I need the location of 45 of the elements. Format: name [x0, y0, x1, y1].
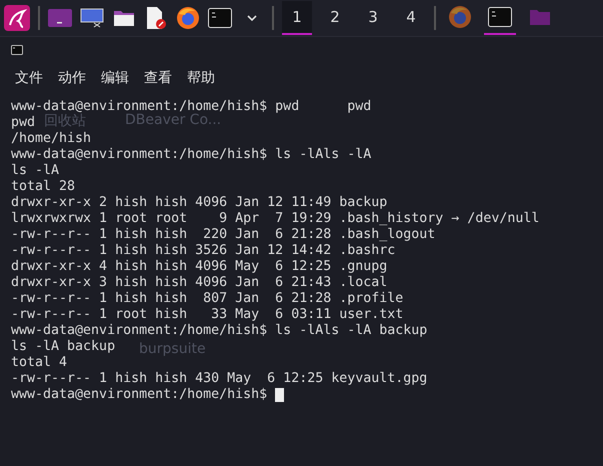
- terminal-line: drwxr-xr-x 2 hish hish 4096 Jan 12 11:49 backup: [11, 195, 388, 211]
- desktop-tab[interactable]: 3: [358, 1, 388, 35]
- fox-globe-icon: [448, 5, 472, 29]
- terminal-line: lrwxrwxrwx 1 root root 9 Apr 7 19:29 .bash_history → /dev/null: [11, 211, 540, 227]
- folder-icon: [529, 8, 551, 26]
- document-icon: [145, 6, 167, 30]
- desktop-tab[interactable]: 1: [282, 1, 312, 35]
- desktop-tab[interactable]: 4: [396, 1, 426, 35]
- terminal-line: ls -lA backup: [11, 339, 116, 355]
- terminal-line: drwxr-xr-x 3 hish hish 4096 Jan 6 21:43 .local: [11, 275, 388, 291]
- menu-item[interactable]: 帮助: [187, 69, 215, 87]
- fox-globe-icon: [176, 6, 200, 30]
- terminal-icon: [488, 7, 512, 27]
- terminal-icon: [208, 8, 232, 28]
- terminal-line: total 28: [11, 179, 76, 195]
- cursor: [275, 388, 284, 402]
- menu-item[interactable]: 编辑: [101, 69, 129, 87]
- menu-item[interactable]: 动作: [58, 69, 86, 87]
- terminal-line: www-data@environment:/home/hish$ pwd pwd: [11, 99, 372, 114]
- desktop-icon-label: burpsuite: [139, 341, 206, 357]
- terminal-line: www-data@environment:/home/hish$ ls -lAls -lA: [11, 147, 372, 163]
- terminal-line: drwxr-xr-x 4 hish hish 4096 May 6 12:25 .gnupg: [11, 259, 388, 275]
- terminal-icon: [11, 45, 23, 55]
- caret-icon: [247, 14, 257, 22]
- terminal-line: www-data@environment:/home/hish$: [11, 387, 268, 403]
- terminal-line: -rw-r--r-- 1 root hish 33 May 6 03:11 user.txt: [11, 307, 404, 323]
- desktop-tab[interactable]: 2: [320, 1, 350, 35]
- dragon-launcher[interactable]: [4, 3, 30, 33]
- menu-item[interactable]: 查看: [144, 69, 172, 87]
- desktop-icon-label: 回收站: [44, 112, 86, 130]
- terminal-line: -rw-r--r-- 1 hish hish 807 Jan 6 21:28 .profile: [11, 291, 404, 307]
- terminal-line: /home/hish: [11, 131, 92, 147]
- terminal-line: total 4: [11, 355, 68, 371]
- terminal-line: -rw-r--r-- 1 hish hish 3526 Jan 12 14:42 .bashrc: [11, 243, 396, 259]
- terminal-line: pwd: [11, 115, 36, 131]
- terminal-icon: [48, 9, 72, 27]
- dragon-icon: [4, 5, 30, 31]
- desktop-icon-label: DBeaver Co...: [125, 112, 222, 128]
- terminal-line: -rw-r--r-- 1 hish hish 430 May 6 12:25 keyvault.gpg: [11, 371, 428, 387]
- terminal-line: -rw-r--r-- 1 hish hish 220 Jan 6 21:28 .bash_logout: [11, 227, 436, 243]
- folder-icon: [113, 9, 135, 27]
- terminal-line: www-data@environment:/home/hish$ ls -lAls -lA backup: [11, 323, 428, 339]
- menu-item[interactable]: 文件: [15, 69, 43, 87]
- monitor-icon: [80, 8, 104, 28]
- terminal-line: ls -lA: [11, 163, 60, 179]
